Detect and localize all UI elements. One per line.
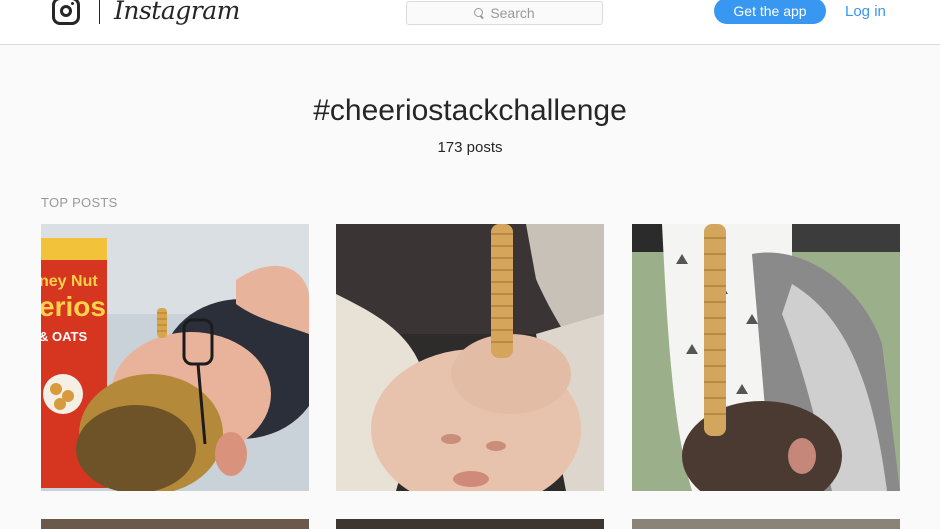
instagram-wordmark[interactable]: Instagram (114, 0, 240, 25)
brand-divider (99, 0, 100, 24)
search-placeholder: Search (490, 5, 535, 21)
post-tile-4[interactable] (41, 519, 309, 529)
post-tile-6[interactable] (632, 519, 900, 529)
post-tile-5[interactable] (336, 519, 604, 529)
post-tile-2[interactable] (336, 224, 604, 491)
get-the-app-button[interactable]: Get the app (714, 0, 826, 24)
search-input[interactable]: Search (406, 1, 603, 25)
cereal-box-line-3: & OATS (41, 329, 87, 344)
post-count: 173 posts (437, 139, 503, 156)
top-posts-label: TOP POSTS (41, 195, 118, 210)
post-photo-3 (632, 224, 900, 491)
cereal-box-line-1: ney Nut (41, 273, 98, 290)
log-in-link[interactable]: Log in (845, 3, 886, 20)
post-photo-1: ney Nut erios & OATS (41, 224, 309, 491)
post-photo-2 (336, 224, 604, 491)
post-tile-1[interactable]: ney Nut erios & OATS (41, 224, 309, 491)
post-tile-3[interactable] (632, 224, 900, 491)
hashtag-title: #cheeriostackchallenge (313, 94, 627, 127)
top-navigation-bar: Instagram Search Get the app Log in (0, 0, 940, 45)
search-icon (474, 8, 484, 18)
instagram-glyph-icon[interactable] (52, 0, 80, 25)
cereal-box-line-2: erios (41, 291, 106, 322)
